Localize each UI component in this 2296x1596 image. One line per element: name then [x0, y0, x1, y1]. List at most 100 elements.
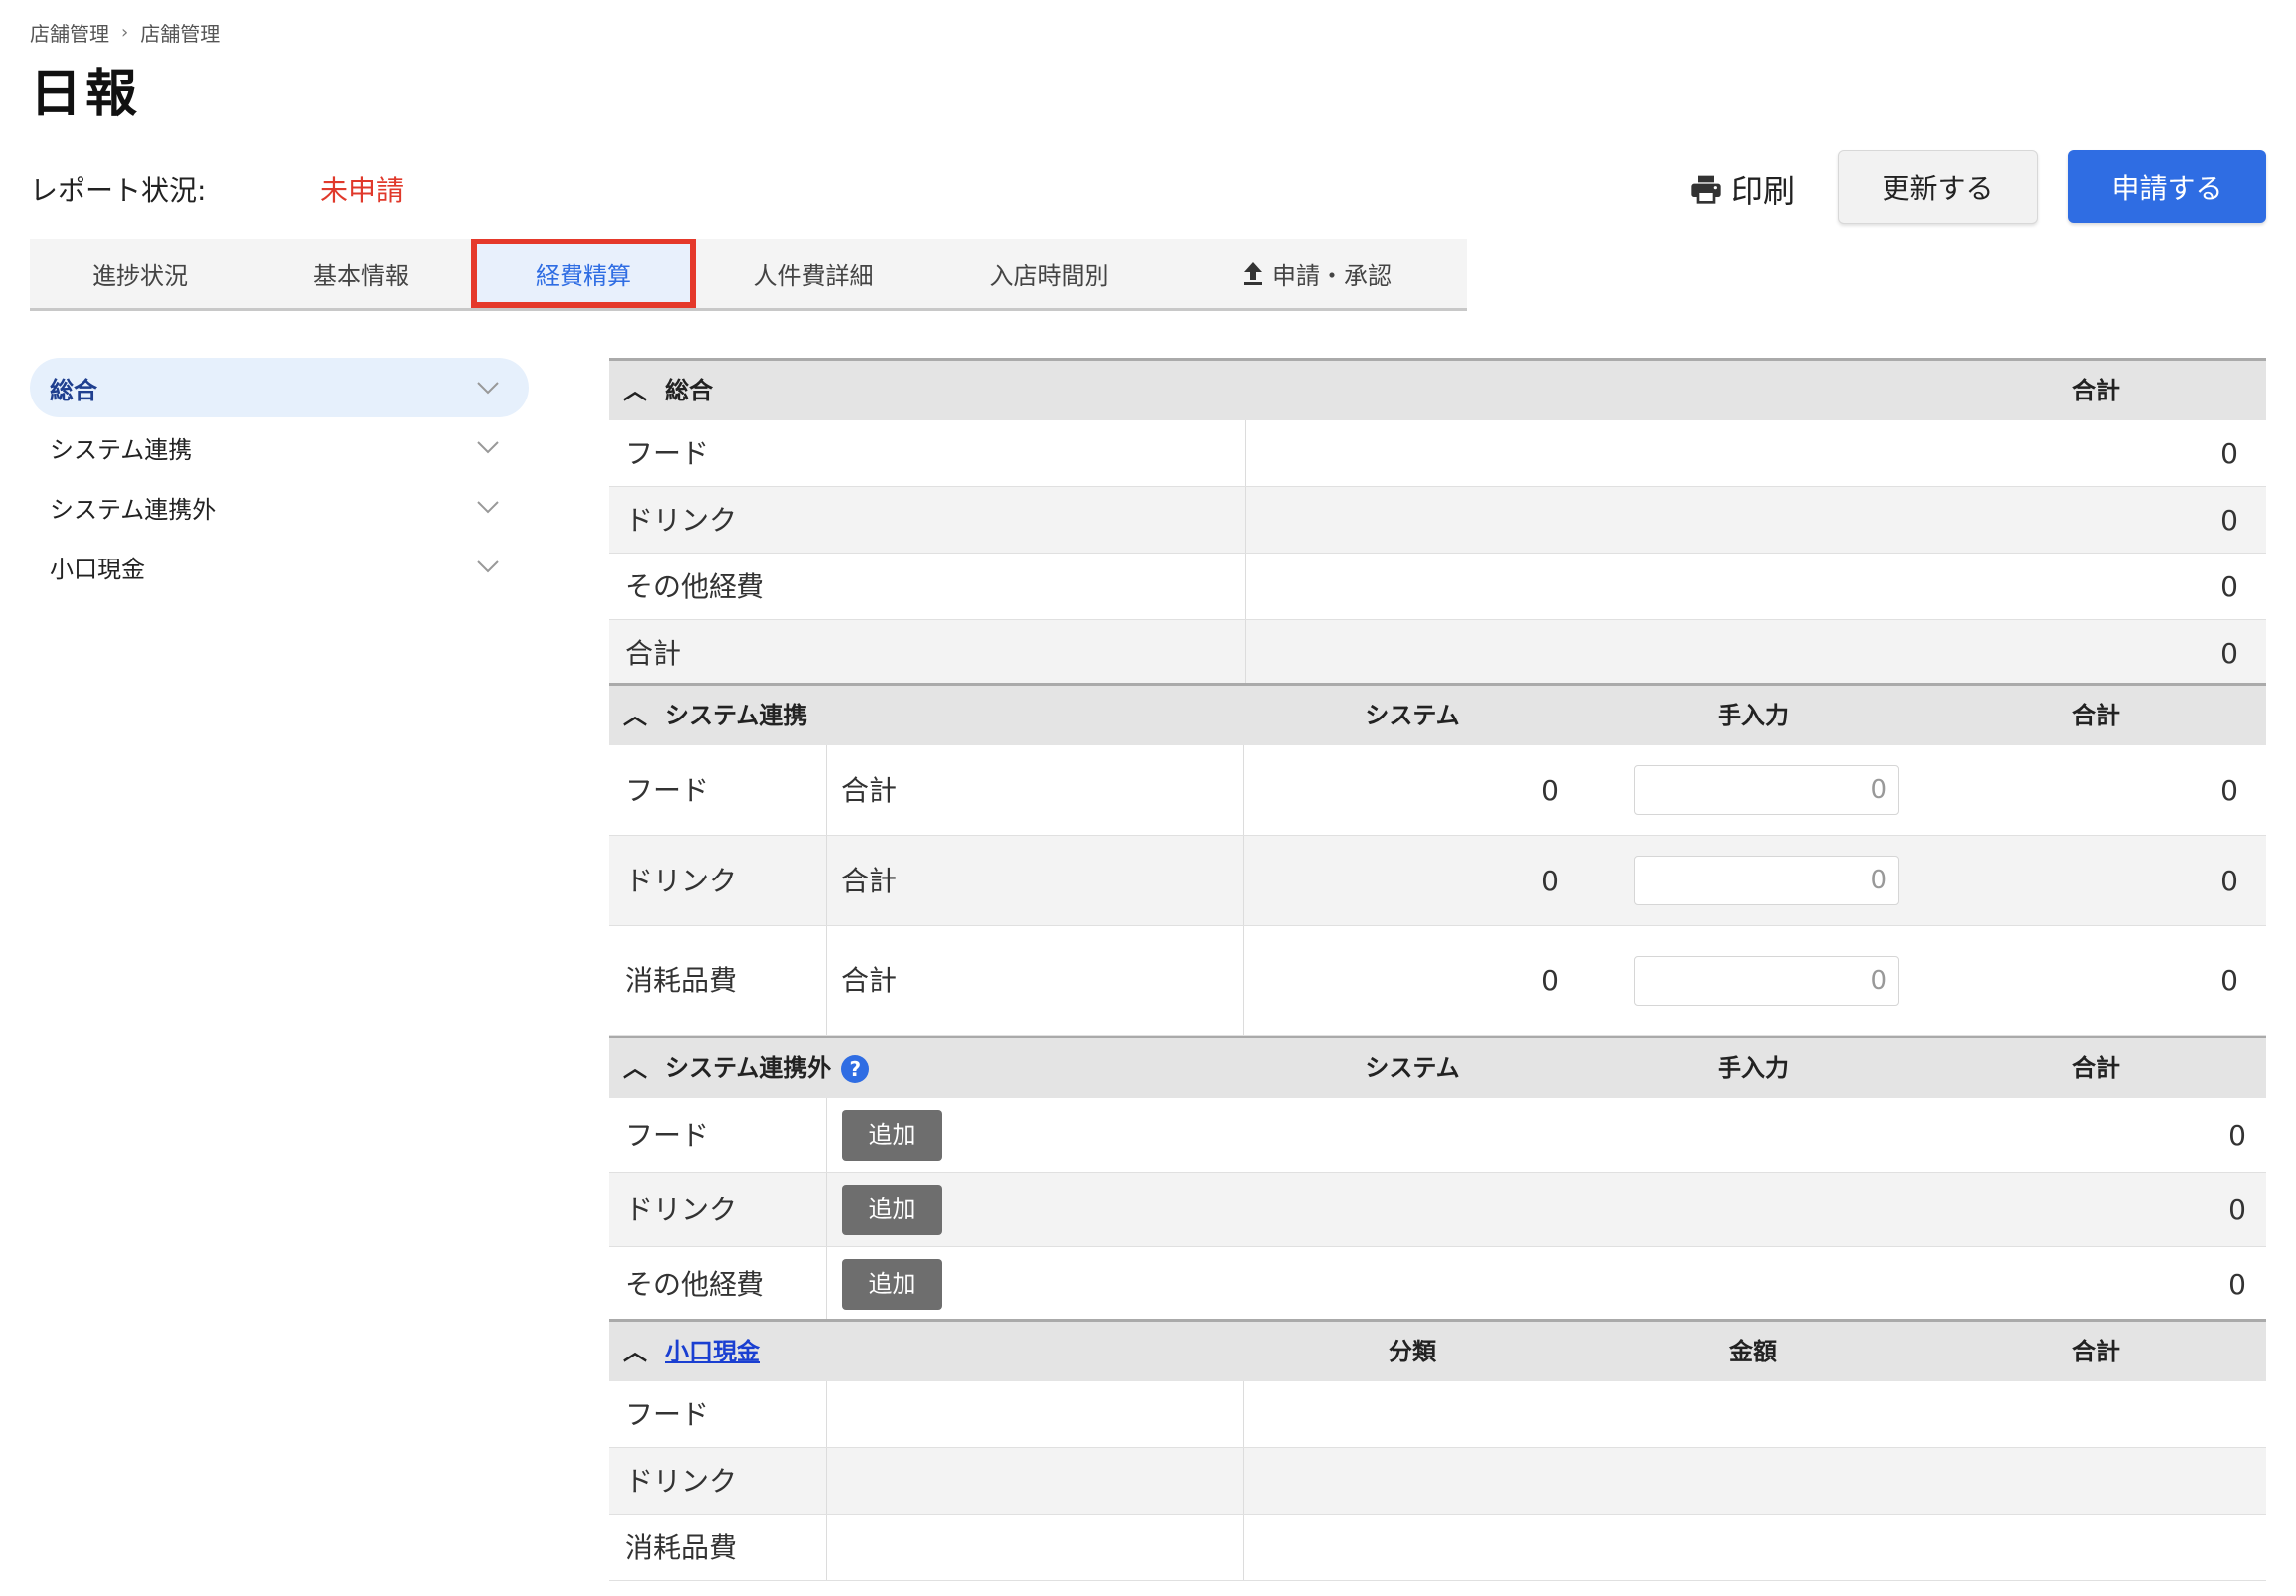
column-header-system: システム: [1365, 702, 1460, 729]
column-header-total: 合計: [2072, 1054, 2120, 1082]
section-header-system[interactable]: ︿ システム連携 システム 手入力 合計: [609, 683, 2266, 745]
table-row: フード 合計 0 0 0: [609, 745, 2266, 836]
upload-icon: [1244, 262, 1262, 285]
row-label: ドリンク: [625, 865, 738, 897]
tab-bar: 進捗状況 基本情報 経費精算 人件費詳細 入店時間別 申請・承認: [30, 239, 1467, 311]
row-label: フード: [625, 774, 710, 807]
printer-icon: [1691, 175, 1721, 204]
page-title: 日報: [30, 65, 142, 124]
manual-input[interactable]: 0: [1634, 765, 1899, 815]
row-total: 0: [2228, 1268, 2246, 1301]
sidebar-item-system[interactable]: システム連携: [30, 417, 529, 477]
add-button[interactable]: 追加: [842, 1259, 942, 1310]
column-header-manual: 手入力: [1718, 1054, 1789, 1082]
chevron-up-icon[interactable]: ︿: [623, 1038, 647, 1098]
help-icon[interactable]: ?: [841, 1055, 870, 1083]
breadcrumb-item[interactable]: 店舗管理: [140, 18, 220, 47]
row-total: 0: [2220, 964, 2238, 997]
row-total: 0: [2228, 1119, 2246, 1152]
section-title: 総合: [665, 377, 713, 404]
petty-cash-link[interactable]: 小口現金: [665, 1322, 760, 1381]
tab-entry-time[interactable]: 入店時間別: [931, 239, 1167, 308]
manual-input[interactable]: 0: [1634, 856, 1899, 905]
sidebar-item-label: システム連携外: [50, 495, 217, 524]
column-header-category: 分類: [1389, 1338, 1436, 1365]
chevron-right-icon: ›: [121, 22, 129, 43]
update-button[interactable]: 更新する: [1838, 150, 2038, 224]
row-label: その他経費: [625, 1268, 765, 1301]
row-total: 0: [2228, 1194, 2246, 1226]
row-sub-label: 合計: [841, 964, 898, 997]
column-header-manual: 手入力: [1718, 702, 1789, 729]
row-label: 消耗品費: [625, 964, 738, 997]
add-button[interactable]: 追加: [842, 1185, 942, 1235]
row-system-value: 0: [1541, 964, 1558, 997]
tab-approval[interactable]: 申請・承認: [1167, 239, 1467, 308]
sidebar-item-petty-cash[interactable]: 小口現金: [30, 537, 529, 596]
row-total: 0: [2220, 437, 2238, 470]
section-title: システム連携外?: [665, 1038, 870, 1098]
sidebar-item-label: 小口現金: [50, 555, 145, 583]
section-header-non-system[interactable]: ︿ システム連携外? システム 手入力 合計: [609, 1036, 2266, 1098]
tab-labor-cost[interactable]: 人件費詳細: [696, 239, 931, 308]
print-button[interactable]: 印刷: [1690, 167, 1795, 211]
table-row: 合計 0: [609, 620, 2266, 687]
tab-progress[interactable]: 進捗状況: [30, 239, 250, 308]
table-row: 消耗品費 合計 0 0 0: [609, 926, 2266, 1036]
row-label: フード: [625, 437, 710, 470]
report-status-value: 未申請: [320, 174, 405, 207]
print-label: 印刷: [1731, 172, 1796, 210]
row-total: 0: [2220, 570, 2238, 603]
row-system-value: 0: [1541, 774, 1558, 807]
table-row: その他経費 0: [609, 554, 2266, 620]
submit-button[interactable]: 申請する: [2068, 150, 2266, 223]
row-total: 0: [2220, 774, 2238, 807]
breadcrumb: 店舗管理 › 店舗管理: [30, 18, 220, 47]
column-header-total: 合計: [2072, 702, 2120, 729]
manual-input[interactable]: 0: [1634, 956, 1899, 1006]
table-row: その他経費 追加 0: [609, 1247, 2266, 1322]
row-label: その他経費: [625, 570, 765, 603]
table-row: ドリンク 0: [609, 487, 2266, 554]
row-sub-label: 合計: [841, 774, 898, 807]
row-label: ドリンク: [625, 1194, 738, 1226]
row-system-value: 0: [1541, 865, 1558, 897]
row-label: 合計: [625, 637, 682, 670]
chevron-up-icon[interactable]: ︿: [623, 361, 647, 420]
row-label: ドリンク: [625, 1465, 738, 1498]
column-header-amount: 金額: [1729, 1338, 1777, 1365]
add-button[interactable]: 追加: [842, 1110, 942, 1161]
column-header-system: システム: [1365, 1054, 1460, 1082]
sidebar-item-summary[interactable]: 総合: [30, 358, 529, 417]
breadcrumb-item[interactable]: 店舗管理: [30, 18, 109, 47]
table-row: ドリンク 合計 0 0 0: [609, 836, 2266, 926]
column-header-total: 合計: [2072, 377, 2120, 404]
table-row: フード: [609, 1381, 2266, 1448]
row-sub-label: 合計: [841, 865, 898, 897]
row-label: 消耗品費: [625, 1531, 738, 1564]
row-total: 0: [2220, 637, 2238, 670]
table-row: 消耗品費: [609, 1515, 2266, 1581]
row-total: 0: [2220, 504, 2238, 537]
tab-approval-label: 申請・承認: [1272, 261, 1392, 290]
section-header-petty-cash[interactable]: ︿ 小口現金 分類 金額 合計: [609, 1319, 2266, 1381]
table-row: ドリンク: [609, 1448, 2266, 1515]
chevron-up-icon[interactable]: ︿: [623, 1322, 647, 1381]
sidebar-item-label: 総合: [50, 376, 97, 404]
table-row: フード 追加 0: [609, 1098, 2266, 1173]
chevron-down-icon: [477, 501, 499, 514]
chevron-down-icon: [477, 382, 499, 395]
table-row: ドリンク 追加 0: [609, 1173, 2266, 1247]
section-title: システム連携: [665, 702, 808, 729]
row-label: ドリンク: [625, 504, 738, 537]
sidebar-item-label: システム連携: [50, 435, 193, 464]
tab-basic-info[interactable]: 基本情報: [250, 239, 471, 308]
tab-expenses[interactable]: 経費精算: [471, 239, 696, 308]
section-header-summary[interactable]: ︿ 総合 合計: [609, 358, 2266, 420]
sidebar-item-non-system[interactable]: システム連携外: [30, 477, 529, 537]
column-header-total: 合計: [2072, 1338, 2120, 1365]
report-status-label: レポート状況:: [30, 174, 207, 207]
row-total: 0: [2220, 865, 2238, 897]
chevron-down-icon: [477, 560, 499, 573]
chevron-up-icon[interactable]: ︿: [623, 686, 647, 745]
